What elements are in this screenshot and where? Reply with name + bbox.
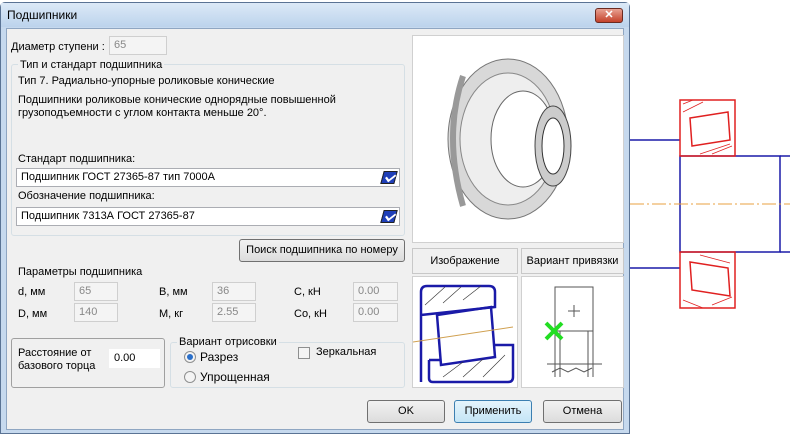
mirror-checkbox[interactable] (298, 347, 310, 359)
cancel-button[interactable]: Отмена (543, 400, 622, 423)
b-input[interactable]: 36 (212, 282, 256, 301)
tapered-bearing-image (447, 58, 572, 220)
co-input[interactable]: 0.00 (353, 303, 398, 322)
distance-input[interactable]: 0.00 (109, 349, 160, 368)
co-label: Co, кН (294, 308, 327, 320)
step-diameter-input[interactable]: 65 (109, 36, 167, 55)
m-label: M, кг (159, 308, 184, 320)
D-input[interactable]: 140 (74, 303, 118, 322)
bearing-section-icon (412, 284, 515, 384)
radio-section[interactable] (184, 351, 196, 363)
type-group-title: Тип и стандарт подшипника (18, 59, 165, 71)
radio-section-label: Разрез (200, 350, 239, 364)
section-preview (412, 276, 518, 388)
distance-label-2: базового торца (18, 360, 96, 372)
pick-standard-icon[interactable] (380, 171, 398, 184)
standard-input[interactable]: Подшипник ГОСТ 27365-87 тип 7000А (16, 168, 400, 187)
radio-simplified[interactable] (184, 371, 196, 383)
mirror-label: Зеркальная (316, 346, 377, 358)
bearing-description-1: Подшипники роликовые конические однорядн… (18, 94, 336, 106)
pick-designation-icon[interactable] (380, 210, 398, 223)
m-input[interactable]: 2.55 (212, 303, 256, 322)
tab-image[interactable]: Изображение (412, 248, 518, 274)
bearing-top-section (679, 99, 736, 157)
bearing-description-2: грузоподъемности с углом контакта меньше… (18, 107, 267, 119)
close-button[interactable]: ✕ (595, 8, 623, 23)
dialog-body: Диаметр ступени : 65 Тип и стандарт подш… (6, 28, 624, 430)
tab-anchor-variant[interactable]: Вариант привязки (521, 248, 624, 274)
dialog-title: Подшипники (7, 8, 78, 22)
radio-simplified-label: Упрощенная (200, 370, 270, 384)
b-label: B, мм (159, 286, 188, 298)
d-label: d, мм (18, 286, 46, 298)
bearing-type: Тип 7. Радиально-упорные роликовые конич… (18, 75, 275, 87)
c-input[interactable]: 0.00 (353, 282, 398, 301)
step-diameter-label: Диаметр ступени : (11, 41, 105, 53)
search-by-number-button[interactable]: Поиск подшипника по номеру (239, 239, 405, 262)
drawing-variant-title: Вариант отрисовки (177, 336, 279, 348)
title-bar[interactable]: Подшипники ✕ (1, 3, 629, 27)
designation-value: Подшипник 7313А ГОСТ 27365-87 (21, 210, 195, 222)
ok-button[interactable]: OK (367, 400, 445, 423)
bearings-dialog: Подшипники ✕ Диаметр ступени : 65 Тип и … (0, 2, 630, 434)
anchor-point-icon (544, 286, 602, 377)
designation-input[interactable]: Подшипник 7313А ГОСТ 27365-87 (16, 207, 400, 226)
distance-label-1: Расстояние от (18, 347, 92, 359)
standard-label: Стандарт подшипника: (18, 153, 136, 165)
apply-button[interactable]: Применить (454, 400, 532, 423)
standard-value: Подшипник ГОСТ 27365-87 тип 7000А (21, 171, 216, 183)
bearing-photo (412, 35, 624, 243)
designation-label: Обозначение подшипника: (18, 190, 155, 202)
d-input[interactable]: 65 (74, 282, 118, 301)
c-label: C, кН (294, 286, 321, 298)
params-title: Параметры подшипника (18, 266, 143, 278)
D-label: D, мм (18, 308, 48, 320)
anchor-preview (521, 276, 624, 388)
bearing-bottom-section (679, 251, 736, 309)
